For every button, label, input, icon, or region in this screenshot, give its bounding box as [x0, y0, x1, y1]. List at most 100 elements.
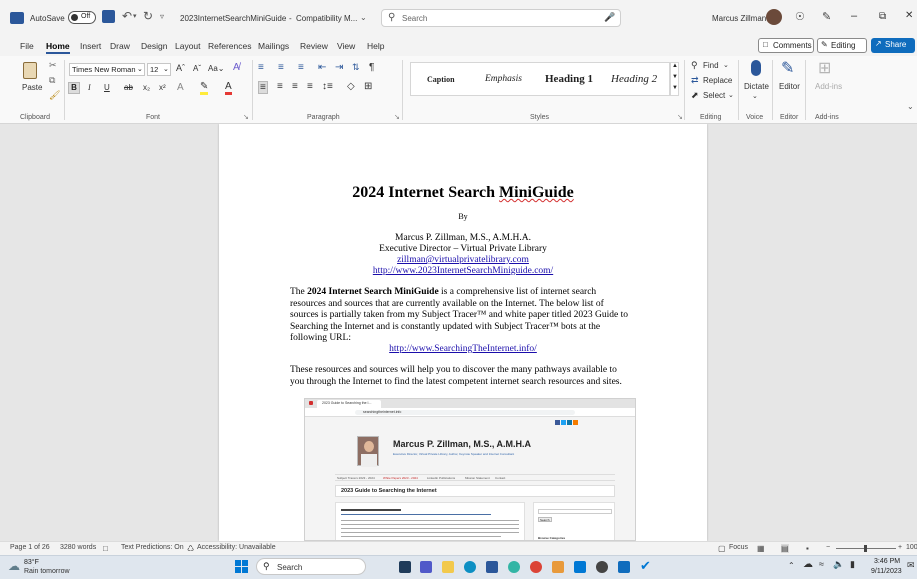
underline-icon[interactable]: U: [104, 83, 110, 92]
paste-icon[interactable]: [23, 62, 37, 79]
tab-file[interactable]: File: [20, 41, 34, 51]
volume-icon[interactable]: 🔈: [833, 559, 844, 570]
bold-button[interactable]: B: [68, 82, 80, 94]
subscript-icon[interactable]: x₂: [143, 83, 150, 92]
grow-font-icon[interactable]: Aˆ: [176, 63, 185, 73]
bullets-icon[interactable]: ≡: [258, 62, 264, 73]
maximize-icon[interactable]: ⧉: [879, 11, 886, 22]
weather-desc[interactable]: Rain tomorrow: [24, 568, 70, 575]
style-heading-2[interactable]: Heading 2: [611, 73, 657, 85]
justify-icon[interactable]: ≡: [307, 81, 313, 92]
zoom-slider[interactable]: [836, 545, 896, 552]
clock-date[interactable]: 9/11/2023: [871, 568, 902, 575]
find-button[interactable]: Find: [703, 61, 719, 70]
align-center-icon[interactable]: ≡: [277, 81, 283, 92]
task-view-icon[interactable]: [399, 561, 411, 573]
editor-button[interactable]: Editor: [779, 82, 800, 91]
decrease-indent-icon[interactable]: ⇤: [318, 62, 326, 73]
edge-icon[interactable]: [464, 561, 476, 573]
searching-internet-link[interactable]: http://www.SearchingTheInternet.info/: [389, 344, 537, 354]
tab-review[interactable]: Review: [300, 41, 328, 51]
styles-scroll[interactable]: ▲ ▼ ▼: [670, 62, 679, 96]
sort-icon[interactable]: ⇅: [352, 62, 360, 73]
addins-button[interactable]: Add-ins: [815, 82, 842, 91]
weather-icon[interactable]: ☁: [8, 559, 20, 573]
replace-button[interactable]: Replace: [703, 76, 732, 85]
start-button[interactable]: [235, 560, 248, 573]
tab-insert[interactable]: Insert: [80, 41, 101, 51]
document-page[interactable]: 2024 Internet Search MiniGuide By Marcus…: [219, 124, 707, 541]
multilevel-list-icon[interactable]: ≡: [298, 62, 304, 73]
zoom-slider-thumb[interactable]: [864, 545, 867, 552]
clear-format-icon[interactable]: A̸: [233, 62, 240, 73]
line-spacing-icon[interactable]: ↕≡: [322, 81, 333, 92]
editor-icon[interactable]: ✎: [781, 58, 794, 78]
tab-home[interactable]: Home: [46, 41, 70, 54]
notification-icon[interactable]: ✉: [907, 560, 915, 571]
tab-layout[interactable]: Layout: [175, 41, 201, 51]
editing-mode-button[interactable]: ✎ Editing: [817, 38, 867, 53]
find-icon[interactable]: ⚲: [691, 60, 698, 71]
font-color-icon[interactable]: A: [225, 81, 232, 95]
font-size-select[interactable]: 12 ⌄: [147, 63, 171, 76]
text-predictions[interactable]: Text Predictions: On: [121, 544, 184, 551]
onedrive-icon[interactable]: ☁: [803, 559, 813, 570]
dictate-button[interactable]: Dictate: [744, 82, 769, 91]
paste-label[interactable]: Paste: [22, 83, 42, 92]
tab-draw[interactable]: Draw: [110, 41, 130, 51]
pen-icon[interactable]: ✎: [822, 10, 831, 23]
microphone-dictate-icon[interactable]: [751, 60, 761, 76]
teams-icon[interactable]: [420, 561, 432, 573]
clock-time[interactable]: 3:46 PM: [874, 558, 900, 565]
wifi-icon[interactable]: ≈: [819, 559, 824, 569]
search-box[interactable]: ⚲ Search 🎤: [381, 9, 621, 27]
user-name[interactable]: Marcus Zillman: [712, 14, 766, 23]
document-title[interactable]: 2023InternetSearchMiniGuide: [180, 14, 286, 23]
addins-icon[interactable]: ⊞: [818, 58, 831, 78]
select-button[interactable]: Select: [703, 91, 725, 100]
replace-icon[interactable]: ⇄: [691, 75, 699, 86]
font-dialog-launcher-icon[interactable]: ↘: [243, 113, 249, 121]
word-taskbar-icon[interactable]: [486, 561, 498, 573]
save-icon[interactable]: [102, 10, 115, 23]
zoom-out-icon[interactable]: −: [826, 544, 830, 551]
text-effects-icon[interactable]: A: [177, 82, 184, 93]
zoom-level[interactable]: 100: [906, 544, 917, 551]
media-icon[interactable]: [596, 561, 608, 573]
show-marks-icon[interactable]: ¶: [369, 62, 374, 73]
paint-icon[interactable]: [552, 561, 564, 573]
battery-icon[interactable]: ▮: [850, 559, 855, 570]
miniguide-url-link[interactable]: http://www.2023InternetSearchMiniguide.c…: [373, 266, 553, 276]
share-button[interactable]: ↗ Share: [871, 38, 915, 53]
copy-icon[interactable]: ⧉: [49, 75, 55, 86]
shrink-font-icon[interactable]: Aˇ: [193, 64, 201, 73]
style-heading-1[interactable]: Heading 1: [545, 73, 593, 85]
zoom-in-icon[interactable]: +: [898, 544, 902, 551]
store-icon[interactable]: [574, 561, 586, 573]
tab-design[interactable]: Design: [141, 41, 167, 51]
dictate-chevron-icon[interactable]: ⌄: [752, 92, 758, 100]
focus-button[interactable]: Focus: [729, 544, 748, 551]
find-chevron-icon[interactable]: ⌄: [723, 61, 729, 69]
customize-qat-icon[interactable]: ▿: [160, 12, 164, 21]
select-chevron-icon[interactable]: ⌄: [728, 91, 734, 99]
accessibility-icon[interactable]: ♺: [187, 544, 194, 553]
web-layout-icon[interactable]: ▪: [806, 544, 809, 553]
file-explorer-icon[interactable]: [442, 561, 454, 573]
show-hidden-icons-icon[interactable]: ⌃: [788, 561, 795, 570]
style-caption[interactable]: Caption: [427, 75, 455, 84]
undo-icon[interactable]: ↶: [122, 9, 132, 23]
shading-icon[interactable]: ◇: [347, 81, 355, 92]
accessibility-status[interactable]: Accessibility: Unavailable: [197, 544, 276, 551]
tab-help[interactable]: Help: [367, 41, 384, 51]
select-icon[interactable]: ⬈: [691, 90, 699, 101]
title-chevron-down-icon[interactable]: ⌄: [360, 13, 367, 22]
compatibility-mode[interactable]: Compatibility M...: [296, 14, 357, 23]
print-layout-icon[interactable]: ▤: [781, 544, 789, 553]
weather-temp[interactable]: 83°F: [24, 559, 39, 566]
styles-dialog-launcher-icon[interactable]: ↘: [677, 113, 683, 121]
checkmark-app-icon[interactable]: ✔: [640, 558, 651, 574]
borders-icon[interactable]: ⊞: [364, 81, 372, 92]
redo-icon[interactable]: ↻: [143, 9, 153, 23]
chat-app-icon[interactable]: [508, 561, 520, 573]
